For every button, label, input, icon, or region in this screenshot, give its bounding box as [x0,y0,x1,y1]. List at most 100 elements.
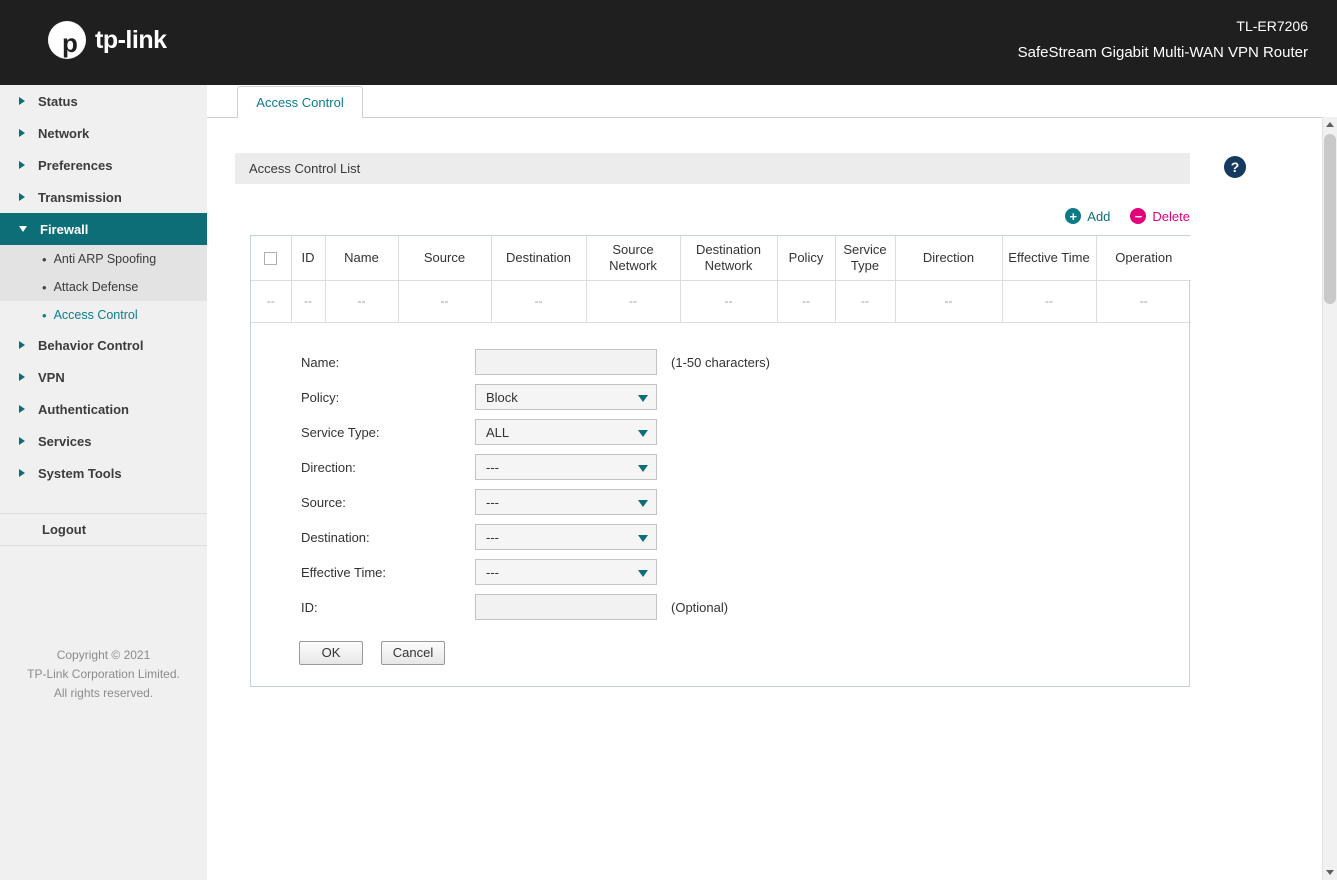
source-select[interactable]: --- [475,489,657,515]
add-label: Add [1087,209,1110,224]
table-row: -- -- -- -- -- -- -- -- -- -- -- -- [251,280,1191,322]
destination-label: Destination: [301,530,475,545]
col-header-destination: Destination [491,236,586,280]
direction-label: Direction: [301,460,475,475]
form-row-direction: Direction: --- [251,450,1189,485]
form-row-policy: Policy: Block [251,380,1189,415]
empty-cell: -- [398,280,491,322]
tplink-logo: p tp-link [48,21,167,59]
tab-access-control[interactable]: Access Control [237,86,363,118]
empty-cell: -- [291,280,325,322]
main-area: Access Control Access Control List ? + A… [207,85,1322,880]
sidebar-spacer [0,489,207,513]
empty-cell: -- [491,280,586,322]
bullet-icon: • [42,252,47,267]
delete-label: Delete [1152,209,1190,224]
sidebar-subitem-attack-defense[interactable]: • Attack Defense [0,273,207,301]
scroll-up-icon [1326,122,1334,127]
acl-panel: ID Name Source Destination Source Networ… [250,235,1190,687]
select-all-checkbox[interactable] [264,252,277,265]
effective-time-select-value: --- [486,565,499,580]
vertical-scrollbar[interactable] [1322,117,1337,880]
form-row-service-type: Service Type: ALL [251,415,1189,450]
chevron-right-icon [19,129,25,137]
delete-button[interactable]: − Delete [1130,208,1190,224]
copyright-line: TP-Link Corporation Limited. [0,665,207,684]
bullet-icon: • [42,280,47,295]
sidebar-item-system-tools[interactable]: System Tools [0,457,207,489]
copyright-line: All rights reserved. [0,684,207,703]
empty-cell: -- [895,280,1002,322]
copyright-line: Copyright © 2021 [0,646,207,665]
col-header-destination-network: Destination Network [680,236,777,280]
chevron-right-icon [19,341,25,349]
sidebar-item-authentication[interactable]: Authentication [0,393,207,425]
service-type-label: Service Type: [301,425,475,440]
bullet-icon: • [42,308,47,323]
empty-cell: -- [325,280,398,322]
sidebar-item-firewall[interactable]: Firewall [0,213,207,245]
scrollbar-up-button[interactable] [1323,117,1337,132]
add-icon: + [1065,208,1081,224]
col-header-operation: Operation [1096,236,1191,280]
device-info: TL-ER7206 SafeStream Gigabit Multi-WAN V… [1018,18,1308,61]
direction-select[interactable]: --- [475,454,657,480]
device-subtitle: SafeStream Gigabit Multi-WAN VPN Router [1018,44,1308,61]
col-header-source: Source [398,236,491,280]
chevron-right-icon [19,437,25,445]
col-header-direction: Direction [895,236,1002,280]
add-button[interactable]: + Add [1065,208,1110,224]
chevron-right-icon [19,97,25,105]
form-row-name: Name: (1-50 characters) [251,345,1189,380]
copyright: Copyright © 2021 TP-Link Corporation Lim… [0,646,207,703]
id-hint: (Optional) [671,600,728,615]
empty-cell: -- [586,280,680,322]
scrollbar-down-button[interactable] [1323,865,1337,880]
source-label: Source: [301,495,475,510]
policy-select[interactable]: Block [475,384,657,410]
sidebar-item-transmission[interactable]: Transmission [0,181,207,213]
chevron-down-icon [638,570,648,577]
sidebar-subitem-anti-arp-spoofing[interactable]: • Anti ARP Spoofing [0,245,207,273]
name-input[interactable] [475,349,657,375]
id-input[interactable] [475,594,657,620]
name-hint: (1-50 characters) [671,355,770,370]
sidebar-subitem-access-control[interactable]: • Access Control [0,301,207,329]
content: Access Control List ? + Add − Delete [207,118,1322,880]
table-header-row: ID Name Source Destination Source Networ… [251,236,1191,280]
section-title: Access Control List [235,153,1190,184]
firewall-submenu: • Anti ARP Spoofing • Attack Defense • A… [0,245,207,329]
sidebar-item-behavior-control[interactable]: Behavior Control [0,329,207,361]
chevron-right-icon [19,405,25,413]
chevron-right-icon [19,469,25,477]
col-header-policy: Policy [777,236,835,280]
scrollbar-thumb[interactable] [1324,134,1336,304]
acl-form: Name: (1-50 characters) Policy: Block Se… [251,345,1189,665]
empty-cell: -- [777,280,835,322]
destination-select[interactable]: --- [475,524,657,550]
form-row-destination: Destination: --- [251,520,1189,555]
col-header-name: Name [325,236,398,280]
sidebar: Status Network Preferences Transmission … [0,85,207,880]
service-type-select[interactable]: ALL [475,419,657,445]
sidebar-item-vpn[interactable]: VPN [0,361,207,393]
sidebar-item-services[interactable]: Services [0,425,207,457]
cancel-button[interactable]: Cancel [381,641,445,665]
ok-button[interactable]: OK [299,641,363,665]
form-row-id: ID: (Optional) [251,590,1189,625]
effective-time-select[interactable]: --- [475,559,657,585]
sidebar-item-status[interactable]: Status [0,85,207,117]
tab-bar: Access Control [207,85,1322,118]
sidebar-item-network[interactable]: Network [0,117,207,149]
chevron-right-icon [19,373,25,381]
select-all-cell [251,236,291,280]
form-buttons: OK Cancel [251,641,1189,665]
sidebar-item-preferences[interactable]: Preferences [0,149,207,181]
chevron-down-icon [638,500,648,507]
help-icon[interactable]: ? [1224,156,1246,178]
delete-icon: − [1130,208,1146,224]
col-header-id: ID [291,236,325,280]
col-header-service-type: Service Type [835,236,895,280]
name-label: Name: [301,355,475,370]
logout-button[interactable]: Logout [0,513,207,546]
